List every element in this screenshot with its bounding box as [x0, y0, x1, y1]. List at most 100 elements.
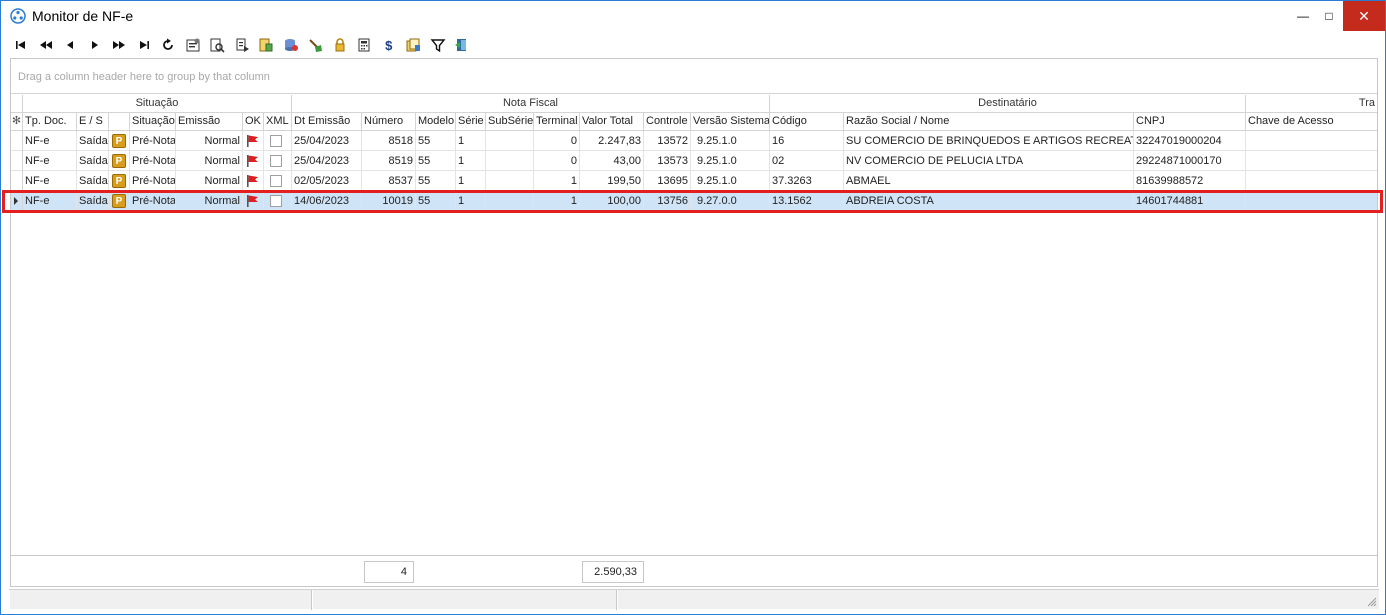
clean-icon[interactable] [303, 35, 328, 55]
cell-codigo: 02 [770, 151, 844, 171]
cell-subserie [486, 131, 534, 151]
cell-controle: 13573 [644, 151, 691, 171]
first-record-icon[interactable] [9, 35, 34, 55]
cell-modelo: 55 [416, 151, 456, 171]
row-indicator[interactable] [11, 171, 23, 191]
col-versao-sistema[interactable]: Versão Sistema [691, 113, 770, 131]
cell-status-icon: P [109, 171, 130, 191]
new-row-indicator[interactable]: ✻ [11, 113, 23, 131]
prev-record-icon[interactable] [58, 35, 83, 55]
cell-tp-doc: NF-e [23, 151, 77, 171]
col-situacao[interactable]: Situação [130, 113, 176, 131]
cell-numero: 8519 [362, 151, 416, 171]
xml-checkbox[interactable] [270, 155, 282, 167]
cell-xml [264, 131, 292, 151]
database-icon[interactable] [279, 35, 304, 55]
band-transporte[interactable]: Tra [1246, 95, 1377, 113]
col-numero[interactable]: Número [362, 113, 416, 131]
cell-modelo: 55 [416, 131, 456, 151]
app-icon [10, 8, 26, 24]
cell-subserie [486, 151, 534, 171]
cell-terminal: 0 [534, 131, 580, 151]
col-xml[interactable]: XML [264, 113, 292, 131]
group-by-panel[interactable]: Drag a column header here to group by th… [11, 59, 1377, 94]
pre-nota-badge-icon: P [112, 134, 126, 148]
cell-razao-social: SU COMERCIO DE BRINQUEDOS E ARTIGOS RECR… [844, 131, 1134, 151]
col-serie[interactable]: Série [456, 113, 486, 131]
band-destinatario[interactable]: Destinatário [770, 95, 1246, 113]
cell-cnpj: 29224871000170 [1134, 151, 1246, 171]
col-subserie[interactable]: SubSérie [486, 113, 534, 131]
maximize-button[interactable]: □ [1315, 1, 1343, 31]
cell-ok [243, 151, 264, 171]
exit-icon[interactable] [450, 35, 475, 55]
next-page-icon[interactable] [107, 35, 132, 55]
cell-controle: 13695 [644, 171, 691, 191]
cell-ok [243, 171, 264, 191]
table-row[interactable]: NF-e Saída P Pré-Nota Normal 25/04/2023 … [11, 131, 1377, 151]
status-pane-1 [9, 590, 312, 610]
export-icon[interactable] [230, 35, 255, 55]
cell-razao-social: ABMAEL [844, 171, 1134, 191]
col-codigo[interactable]: Código [770, 113, 844, 131]
table-row[interactable]: NF-e Saída P Pré-Nota Normal 25/04/2023 … [11, 151, 1377, 171]
cell-serie: 1 [456, 131, 486, 151]
documents-icon[interactable] [401, 35, 426, 55]
red-flag-icon [247, 135, 258, 147]
xml-checkbox[interactable] [270, 175, 282, 187]
cell-valor-total: 199,50 [580, 171, 644, 191]
calculator-icon[interactable] [352, 35, 377, 55]
cell-xml [264, 151, 292, 171]
col-terminal[interactable]: Terminal [534, 113, 580, 131]
col-valor-total[interactable]: Valor Total [580, 113, 644, 131]
close-button[interactable]: ✕ [1343, 1, 1385, 31]
col-dt-emissao[interactable]: Dt Emissão [292, 113, 362, 131]
col-emissao[interactable]: Emissão [176, 113, 243, 131]
col-status-icon[interactable] [109, 113, 130, 131]
cell-versao-sistema: 9.25.1.0 [691, 151, 770, 171]
prev-page-icon[interactable] [34, 35, 59, 55]
table-row[interactable]: NF-e Saída P Pré-Nota Normal 02/05/2023 … [11, 171, 1377, 191]
col-controle[interactable]: Controle [644, 113, 691, 131]
cell-valor-total: 2.247,83 [580, 131, 644, 151]
resize-grip-icon[interactable] [1367, 597, 1377, 607]
col-modelo[interactable]: Modelo [416, 113, 456, 131]
nfe-grid: Drag a column header here to group by th… [10, 58, 1378, 587]
band-nota-fiscal[interactable]: Nota Fiscal [292, 95, 770, 113]
status-pane-2 [312, 590, 617, 610]
cell-emissao: Normal [176, 131, 243, 151]
selected-row-highlight [2, 190, 1383, 213]
footer-count: 4 [364, 561, 414, 583]
cell-serie: 1 [456, 151, 486, 171]
band-situacao[interactable]: Situação [23, 95, 292, 113]
minimize-button[interactable]: — [1289, 1, 1317, 31]
cell-es: Saída [77, 171, 109, 191]
dollar-icon[interactable]: $ [377, 35, 402, 55]
column-header-row: ✻ Tp. Doc. E / S Situação Emissão OK XML… [11, 113, 1377, 131]
col-es[interactable]: E / S [77, 113, 109, 131]
row-indicator[interactable] [11, 131, 23, 151]
cell-modelo: 55 [416, 171, 456, 191]
col-chave-acesso[interactable]: Chave de Acesso [1246, 113, 1377, 131]
preview-icon[interactable] [205, 35, 230, 55]
filter-icon[interactable] [426, 35, 451, 55]
cell-valor-total: 43,00 [580, 151, 644, 171]
col-razao-social[interactable]: Razão Social / Nome [844, 113, 1134, 131]
col-tp-doc[interactable]: Tp. Doc. [23, 113, 77, 131]
settings-icon[interactable] [181, 35, 206, 55]
next-record-icon[interactable] [83, 35, 108, 55]
last-record-icon[interactable] [132, 35, 157, 55]
xml-checkbox[interactable] [270, 135, 282, 147]
cell-terminal: 1 [534, 171, 580, 191]
col-ok[interactable]: OK [243, 113, 264, 131]
cell-codigo: 37.3263 [770, 171, 844, 191]
window-title: Monitor de NF-e [32, 8, 134, 24]
transmit-icon[interactable] [254, 35, 279, 55]
col-cnpj[interactable]: CNPJ [1134, 113, 1246, 131]
row-indicator[interactable] [11, 151, 23, 171]
cell-emissao: Normal [176, 151, 243, 171]
lock-icon[interactable] [328, 35, 353, 55]
cell-cnpj: 32247019000204 [1134, 131, 1246, 151]
cell-emissao: Normal [176, 171, 243, 191]
refresh-icon[interactable] [156, 35, 181, 55]
